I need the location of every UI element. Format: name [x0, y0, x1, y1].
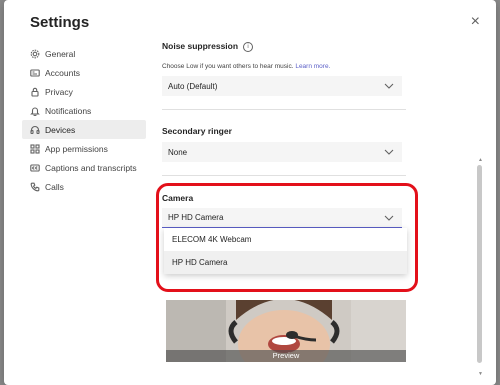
nav-item-captions[interactable]: Captions and transcripts: [22, 158, 146, 177]
headset-icon: [30, 125, 40, 135]
noise-suppression-title: Noise suppression i: [162, 41, 254, 52]
camera-highlight: [156, 183, 418, 292]
select-value: None: [168, 147, 188, 157]
noise-suppression-select[interactable]: Auto (Default): [162, 76, 402, 96]
settings-nav: General Accounts Privacy Notifications D…: [22, 44, 146, 196]
nav-item-label: Accounts: [45, 67, 80, 78]
secondary-ringer-select[interactable]: None: [162, 142, 402, 162]
grid-icon: [30, 143, 40, 154]
nav-item-label: Devices: [45, 124, 76, 135]
nav-item-privacy[interactable]: Privacy: [22, 82, 146, 101]
lock-icon: [30, 87, 40, 97]
nav-item-label: Captions and transcripts: [45, 162, 137, 173]
id-card-icon: [30, 68, 40, 78]
divider: [162, 109, 406, 110]
secondary-ringer-title: Secondary ringer: [162, 126, 232, 136]
divider: [162, 175, 406, 176]
nav-item-label: General: [45, 48, 76, 59]
close-icon[interactable]: ×: [471, 13, 480, 31]
settings-dialog: Settings × General Accounts Privacy Noti…: [4, 0, 496, 385]
camera-preview: Preview: [166, 300, 406, 362]
noise-hint: Choose Low if you want others to hear mu…: [162, 63, 331, 70]
phone-icon: [30, 182, 40, 192]
select-value: Auto (Default): [168, 81, 218, 91]
info-icon[interactable]: i: [243, 41, 254, 52]
nav-item-accounts[interactable]: Accounts: [22, 63, 146, 82]
dialog-title: Settings: [30, 14, 90, 31]
nav-item-calls[interactable]: Calls: [22, 177, 146, 196]
nav-item-label: Notifications: [45, 105, 92, 116]
nav-item-label: App permissions: [45, 143, 108, 154]
learn-more-link[interactable]: Learn more.: [295, 63, 330, 70]
nav-item-label: Privacy: [45, 86, 73, 97]
scrollbar[interactable]: [477, 165, 482, 363]
preview-label: Preview: [166, 350, 406, 362]
cc-icon: [30, 163, 40, 173]
nav-item-notifications[interactable]: Notifications: [22, 101, 146, 120]
nav-item-label: Calls: [45, 181, 64, 192]
bell-icon: [30, 106, 40, 116]
scroll-up-arrow[interactable]: ▲: [478, 157, 483, 163]
nav-item-devices[interactable]: Devices: [22, 120, 146, 139]
gear-icon: [30, 49, 40, 59]
nav-item-general[interactable]: General: [22, 44, 146, 63]
chevron-down-icon: [384, 149, 394, 155]
scroll-down-arrow[interactable]: ▼: [478, 371, 483, 377]
chevron-down-icon: [384, 83, 394, 89]
nav-item-app-permissions[interactable]: App permissions: [22, 139, 146, 158]
